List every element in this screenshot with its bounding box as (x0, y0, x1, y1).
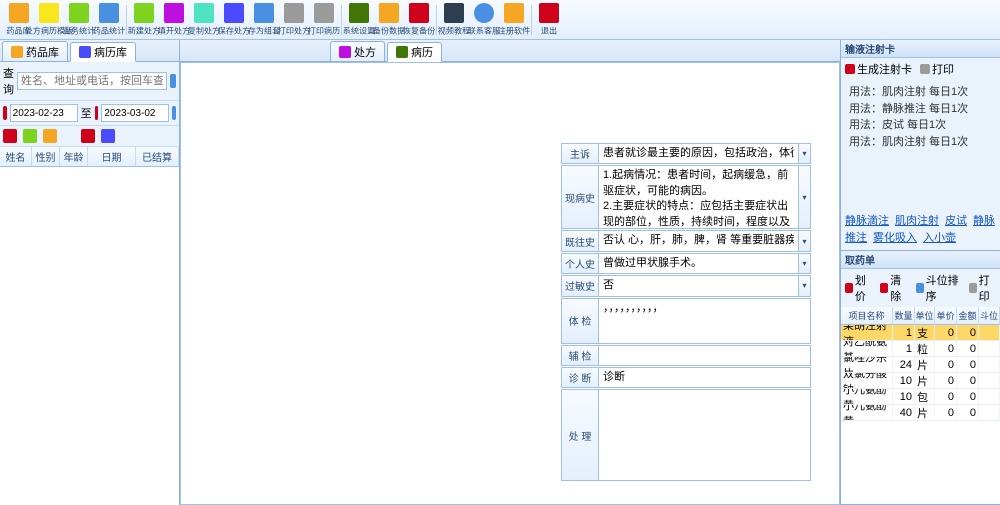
date-to-label: 至 (81, 105, 92, 121)
action1-icon[interactable] (3, 129, 17, 143)
form-label-4: 过敏史 (561, 275, 599, 296)
center-tab-rx[interactable]: 处方 (330, 41, 385, 61)
injection-mode-links: 静脉滴注肌肉注射皮试静脉推注雾化吸入入小壶 (841, 209, 1000, 250)
tool-video[interactable]: 视频教程 (439, 1, 469, 39)
med-row[interactable]: 柴胡注射液1支00 (841, 325, 1000, 341)
form-label-8: 处 理 (561, 389, 599, 481)
form-label-3: 个人史 (561, 253, 599, 274)
tool-new-rx[interactable]: 新建处方 (129, 1, 159, 39)
form-label-7: 诊 断 (561, 367, 599, 388)
tool-save-set[interactable]: 存为组套 (249, 1, 279, 39)
mode-link[interactable]: 入小壶 (923, 232, 956, 244)
form-input-1[interactable] (599, 165, 799, 229)
form-input-2[interactable] (599, 230, 799, 251)
form-label-1: 现病史 (561, 165, 599, 229)
meds-list[interactable]: 柴胡注射液1支00对乙酰氨基…1粒00氯唑沙宗片24片00双氯芬酸钠…10片00… (841, 325, 1000, 504)
form-input-7[interactable] (599, 367, 811, 388)
print-card-button[interactable]: 打印 (920, 61, 954, 77)
form-input-5[interactable] (599, 298, 811, 344)
form-dropdown-0[interactable]: ▾ (799, 143, 811, 164)
meds-print-button[interactable]: 打印 (969, 272, 996, 304)
tool-save-rx[interactable]: 保存处方 (219, 1, 249, 39)
meds-clear-button[interactable]: 清除 (880, 272, 907, 304)
calendar-to-icon[interactable] (95, 106, 99, 120)
tool-backup[interactable]: 备份数据 (374, 1, 404, 39)
injection-card-title: 输液注射卡 (841, 40, 1000, 58)
calendar-from-icon[interactable] (3, 106, 7, 120)
tool-settings[interactable]: 系统设置 (344, 1, 374, 39)
tool-fill-rx[interactable]: 填开处方 (159, 1, 189, 39)
tool-print-rx[interactable]: 打印处方 (279, 1, 309, 39)
usage-item: 用法：静脉推注 每日1次 (849, 101, 992, 118)
form-input-3[interactable] (599, 253, 799, 274)
gen-card-button[interactable]: 生成注射卡 (845, 61, 912, 77)
mode-link[interactable]: 雾化吸入 (873, 232, 917, 244)
form-input-4[interactable] (599, 275, 799, 296)
search-label: 查询 (3, 65, 14, 97)
mode-link[interactable]: 皮试 (945, 215, 967, 227)
meds-title: 取药单 (841, 251, 1000, 269)
form-input-0[interactable] (599, 143, 799, 164)
form-dropdown-2[interactable]: ▾ (799, 230, 811, 251)
meds-sort-button[interactable]: 斗位排序 (916, 272, 961, 304)
patient-list-header: 姓名 性别 年龄 日期 已结算 (0, 147, 179, 167)
left-tab-mrlib[interactable]: 病历库 (70, 42, 136, 62)
form-label-2: 既往史 (561, 230, 599, 251)
action2-icon[interactable] (23, 129, 37, 143)
usage-list: 用法：肌肉注射 每日1次用法：静脉推注 每日1次用法：皮试 每日1次用法：肌肉注… (841, 80, 1000, 154)
usage-item: 用法：肌肉注射 每日1次 (849, 84, 992, 101)
action4-icon[interactable] (81, 129, 95, 143)
mode-link[interactable]: 肌肉注射 (895, 215, 939, 227)
left-tab-druglib[interactable]: 药品库 (2, 41, 68, 61)
tool-copy-rx[interactable]: 复制处方 (189, 1, 219, 39)
form-label-6: 辅 检 (561, 345, 599, 366)
mode-link[interactable]: 静脉滴注 (845, 215, 889, 227)
tool-support[interactable]: 联系客服 (469, 1, 499, 39)
tool-biz-stats[interactable]: 业务统计 (64, 1, 94, 39)
tool-template[interactable]: 处方病历模版 (34, 1, 64, 39)
form-input-8[interactable] (599, 389, 811, 481)
tool-drug-stats[interactable]: 药品统计 (94, 1, 124, 39)
med-row[interactable]: 对乙酰氨基…1粒00 (841, 341, 1000, 357)
date-to-input[interactable] (101, 104, 169, 122)
med-row[interactable]: 氯唑沙宗片24片00 (841, 357, 1000, 373)
tool-restore[interactable]: 恢复备份 (404, 1, 434, 39)
form-dropdown-3[interactable]: ▾ (799, 253, 811, 274)
med-row[interactable]: 小儿氨酚黄…40片00 (841, 405, 1000, 421)
form-label-5: 体 检 (561, 298, 599, 344)
center-tab-mr[interactable]: 病历 (387, 42, 442, 62)
tool-print-mr[interactable]: 打印病历 (309, 1, 339, 39)
date-from-input[interactable] (10, 104, 78, 122)
med-row[interactable]: 小儿氨酚黄…10包00 (841, 389, 1000, 405)
meds-header: 项目名称 数量 单位 单价 金额 斗位 (841, 307, 1000, 325)
form-input-6[interactable] (599, 345, 811, 366)
action3-icon[interactable] (43, 129, 57, 143)
tool-exit[interactable]: 退出 (534, 1, 564, 39)
usage-item: 用法：皮试 每日1次 (849, 117, 992, 134)
med-row[interactable]: 双氯芬酸钠…10片00 (841, 373, 1000, 389)
action5-icon[interactable] (101, 129, 115, 143)
tool-register[interactable]: 注册软件 (499, 1, 529, 39)
date-go-icon[interactable] (172, 106, 176, 120)
main-toolbar: 药品库 处方病历模版 业务统计 药品统计 新建处方 填开处方 复制处方 保存处方… (0, 0, 1000, 40)
form-label-0: 主诉 (561, 143, 599, 164)
search-input[interactable] (17, 72, 167, 90)
patient-list[interactable] (0, 167, 179, 505)
meds-price-button[interactable]: 划价 (845, 272, 872, 304)
form-dropdown-1[interactable]: ▾ (799, 165, 811, 229)
usage-item: 用法：肌肉注射 每日1次 (849, 134, 992, 151)
search-go-icon[interactable] (170, 74, 176, 88)
form-dropdown-4[interactable]: ▾ (799, 275, 811, 296)
